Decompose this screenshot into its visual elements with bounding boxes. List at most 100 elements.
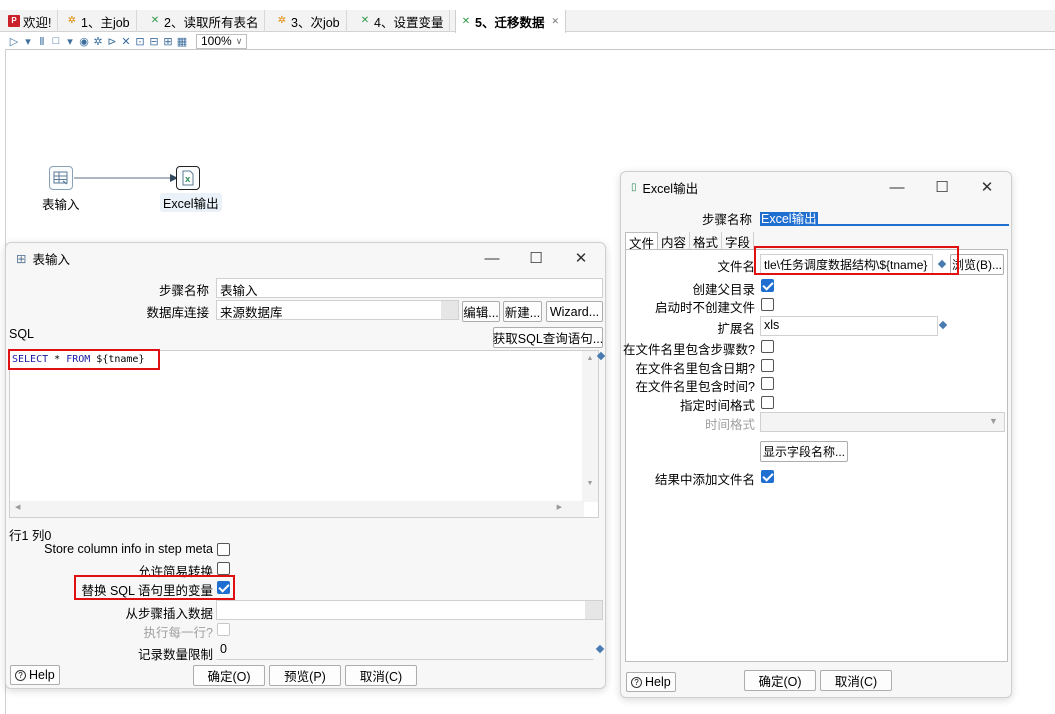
- close-button[interactable]: ✕: [973, 176, 1001, 198]
- chevron-down-icon[interactable]: [441, 301, 458, 319]
- step-name-field[interactable]: Excel输出: [760, 206, 1009, 226]
- execute-each-row-checkbox[interactable]: [217, 623, 230, 636]
- minimize-button[interactable]: —: [883, 176, 911, 198]
- grid-icon[interactable]: ▦: [176, 35, 188, 48]
- dropdown-icon[interactable]: ▾: [22, 35, 34, 48]
- tab-main-job[interactable]: ✲ 1、主job: [62, 10, 137, 32]
- settings-tabs: 文件 内容 格式 字段: [625, 232, 755, 251]
- step-excel-output[interactable]: X: [176, 166, 200, 190]
- divider: [6, 49, 1055, 50]
- horizontal-scrollbar[interactable]: ◀ ▶: [10, 501, 584, 517]
- step-table-input[interactable]: [49, 166, 73, 190]
- vertical-scrollbar[interactable]: ▲ ▼: [582, 351, 598, 502]
- create-parent-folder-checkbox[interactable]: [761, 279, 774, 292]
- tab-welcome[interactable]: P 欢迎!: [4, 10, 59, 32]
- wizard-button[interactable]: Wizard...: [546, 301, 603, 322]
- editor-tab-bar: P 欢迎! ✲ 1、主job ✕ 2、读取所有表名 ✲ 3、次job ✕ 4、设…: [0, 10, 1055, 33]
- lazy-conversion-checkbox[interactable]: [217, 562, 230, 575]
- ok-button[interactable]: 确定(O): [744, 670, 816, 691]
- zoom-select[interactable]: 100% ∨: [196, 33, 248, 49]
- close-button[interactable]: ✕: [567, 247, 595, 269]
- preview-icon[interactable]: ◉: [78, 35, 90, 48]
- help-button[interactable]: ? Help: [10, 665, 60, 685]
- maximize-button[interactable]: ☐: [928, 176, 956, 198]
- tab-set-variables[interactable]: ✕ 4、设置变量: [355, 10, 451, 32]
- ok-button[interactable]: 确定(O): [193, 665, 265, 686]
- filename-label: 文件名: [717, 260, 755, 274]
- step-name-label: 步骤名称: [701, 213, 752, 227]
- time-format-select[interactable]: [760, 412, 1005, 432]
- transformation-icon: ✕: [150, 15, 160, 26]
- tab-file[interactable]: 文件: [625, 232, 659, 251]
- include-time-checkbox[interactable]: [761, 377, 774, 390]
- tab-label: 3、次job: [291, 15, 340, 30]
- add-to-result-checkbox[interactable]: [761, 470, 774, 483]
- scroll-up-icon[interactable]: ▲: [582, 355, 598, 362]
- include-date-checkbox[interactable]: [761, 359, 774, 372]
- help-icon: ?: [631, 676, 642, 688]
- tab-label: 5、迁移数据: [475, 16, 545, 30]
- preview-button[interactable]: 预览(P): [269, 665, 341, 686]
- close-icon[interactable]: ✕: [551, 16, 559, 27]
- stop-icon[interactable]: □: [50, 35, 62, 47]
- sql-editor[interactable]: SELECT * FROM ${tname} ▲ ▼ ◀ ▶: [9, 350, 599, 518]
- sql-label: SQL: [9, 327, 35, 341]
- scroll-right-icon[interactable]: ▶: [557, 503, 562, 511]
- limit-field[interactable]: 0: [216, 640, 594, 660]
- minimize-button[interactable]: —: [478, 247, 506, 269]
- get-sql-button[interactable]: 获取SQL查询语句...: [493, 327, 603, 348]
- debug-icon[interactable]: ✲: [92, 35, 104, 48]
- include-stepnr-checkbox[interactable]: [761, 340, 774, 353]
- verify-icon[interactable]: ✕: [120, 35, 132, 48]
- show-field-names-button[interactable]: 显示字段名称...: [760, 441, 848, 462]
- highlight-box: [754, 246, 959, 275]
- insert-from-step-select[interactable]: [216, 600, 603, 620]
- store-column-info-checkbox[interactable]: [217, 543, 230, 556]
- specify-format-checkbox[interactable]: [761, 396, 774, 409]
- chevron-down-icon: ∨: [235, 35, 243, 46]
- store-column-info-label: Store column info in step meta: [44, 542, 213, 556]
- step-name-field[interactable]: 表输入: [216, 278, 603, 298]
- tab-label: 2、读取所有表名: [164, 15, 259, 30]
- cancel-button[interactable]: 取消(C): [345, 665, 417, 686]
- tab-format[interactable]: 格式: [690, 232, 723, 250]
- table-input-dialog: ⊞ 表输入 — ☐ ✕ 步骤名称 表输入 数据库连接 来源数据库 编辑... 新…: [5, 242, 606, 689]
- include-stepnr-label: 在文件名里包含步骤数?: [623, 343, 755, 357]
- pause-icon[interactable]: Ⅱ: [36, 35, 48, 48]
- chevron-down-icon[interactable]: [585, 601, 602, 619]
- edit-connection-button[interactable]: 编辑...: [462, 301, 500, 322]
- replay-icon[interactable]: ⊳: [106, 35, 118, 48]
- db-connection-select[interactable]: 来源数据库: [216, 300, 459, 320]
- extension-field[interactable]: xls: [760, 316, 938, 336]
- explore-db-icon[interactable]: ⊞: [162, 35, 174, 48]
- dialog-title: ▯ Excel输出: [631, 172, 698, 202]
- help-icon: ?: [15, 669, 26, 681]
- new-connection-button[interactable]: 新建...: [503, 301, 542, 322]
- scroll-down-icon[interactable]: ▼: [582, 480, 598, 487]
- tab-label: 欢迎!: [23, 15, 52, 30]
- impact-icon[interactable]: ⊡: [134, 35, 146, 48]
- job-icon: ✲: [277, 15, 287, 26]
- execute-each-row-label: 执行每一行?: [143, 626, 213, 640]
- time-format-label: 时间格式: [704, 418, 755, 432]
- dropdown-icon[interactable]: ▾: [64, 35, 76, 48]
- hop-arrow[interactable]: [74, 172, 178, 184]
- excel-output-icon: X: [176, 166, 200, 190]
- table-input-icon: [49, 166, 73, 190]
- scroll-left-icon[interactable]: ◀: [15, 503, 20, 511]
- tab-migrate-data[interactable]: ✕ 5、迁移数据 ✕: [455, 10, 566, 33]
- tab-sub-job[interactable]: ✲ 3、次job: [272, 10, 347, 32]
- chevron-down-icon[interactable]: ▼: [989, 416, 998, 426]
- tab-read-table-names[interactable]: ✕ 2、读取所有表名: [145, 10, 266, 32]
- maximize-button[interactable]: ☐: [522, 247, 550, 269]
- tab-content[interactable]: 内容: [658, 232, 691, 250]
- transformation-toolbar: ▷ ▾ Ⅱ □ ▾ ◉ ✲ ⊳ ✕ ⊡ ⊟ ⊞ ▦ 100% ∨: [0, 33, 248, 49]
- sql-icon[interactable]: ⊟: [148, 35, 160, 48]
- run-icon[interactable]: ▷: [8, 35, 20, 48]
- cancel-button[interactable]: 取消(C): [820, 670, 892, 691]
- no-create-at-start-checkbox[interactable]: [761, 298, 774, 311]
- help-button[interactable]: ? Help: [626, 672, 676, 692]
- transformation-icon: ✕: [461, 15, 471, 27]
- excel-output-dialog: ▯ Excel输出 — ☐ ✕ 步骤名称 Excel输出 文件 内容 格式 字段…: [620, 171, 1012, 698]
- tab-fields[interactable]: 字段: [722, 232, 755, 250]
